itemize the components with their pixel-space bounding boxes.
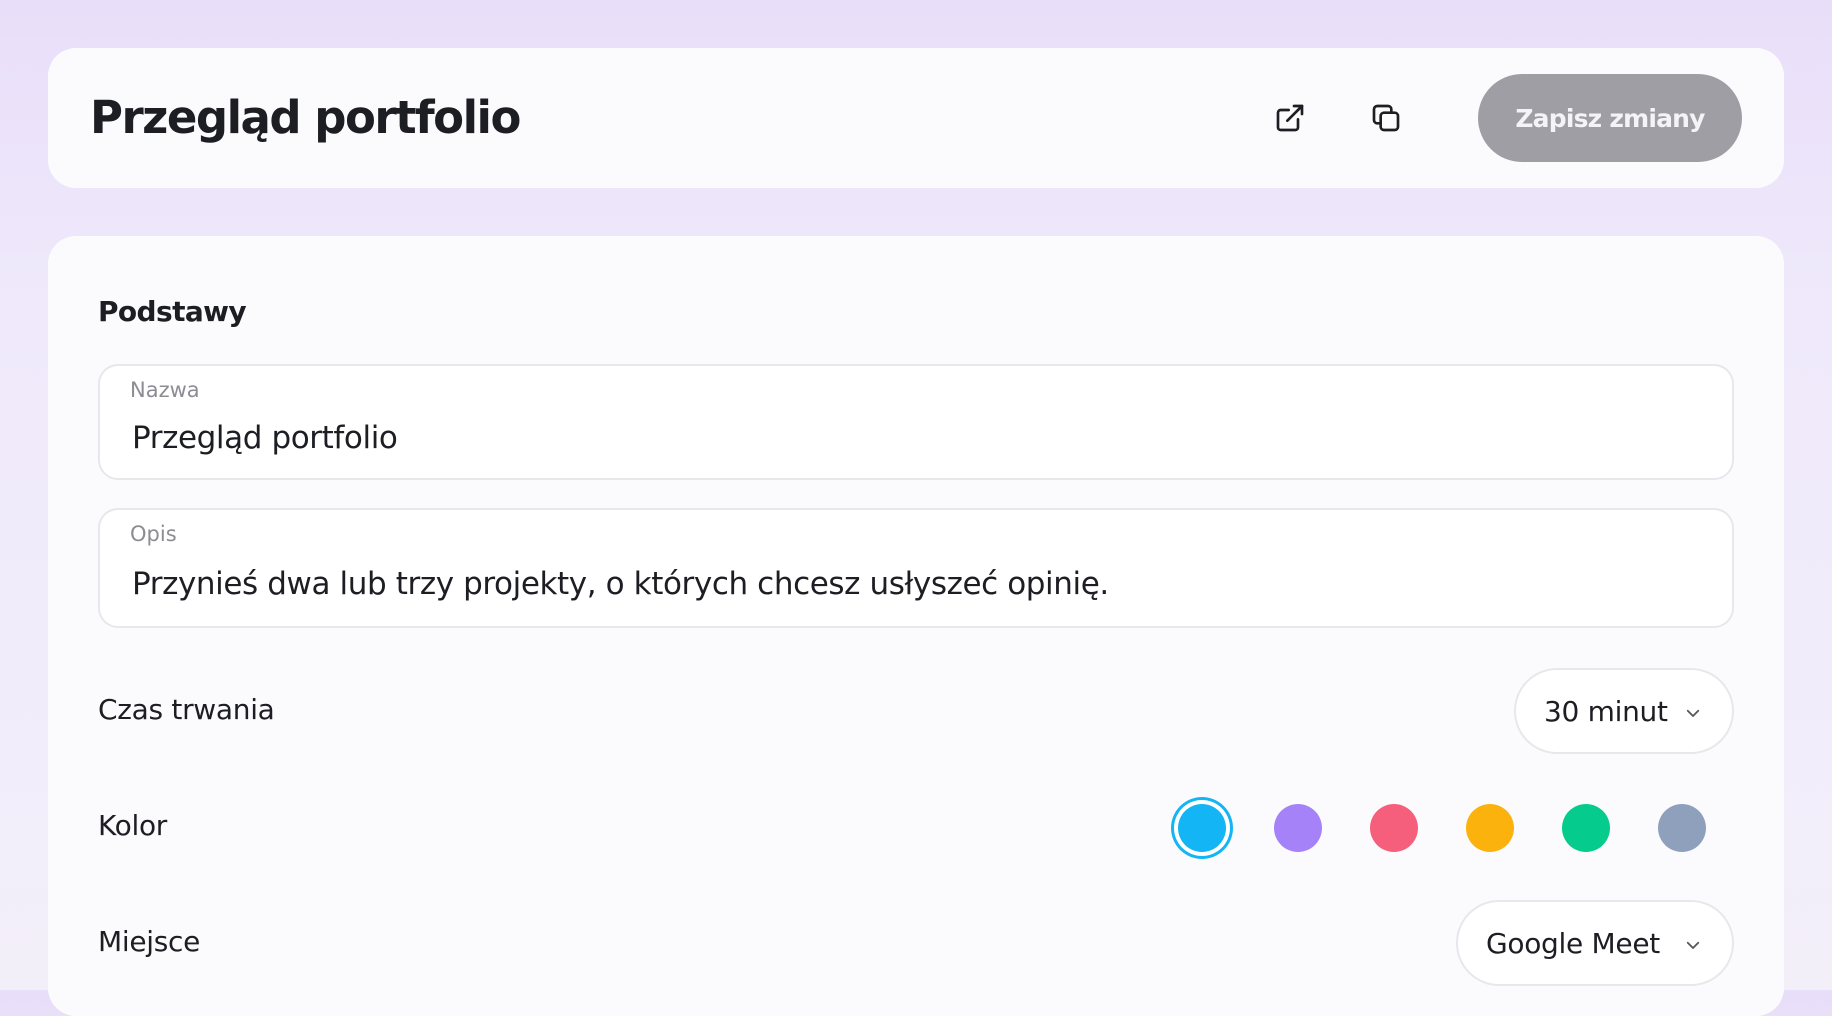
color-swatch[interactable]: [1658, 804, 1706, 852]
basics-card: Podstawy Nazwa Przegląd portfolio Opis P…: [48, 236, 1784, 1016]
header-card: Przegląd portfolio Zapisz zmiany: [48, 48, 1784, 188]
color-label: Kolor: [98, 809, 168, 842]
page-title: Przegląd portfolio: [90, 91, 521, 144]
section-title: Podstawy: [98, 295, 247, 328]
name-field-label: Nazwa: [130, 378, 200, 402]
copy-button[interactable]: [1356, 88, 1416, 148]
description-field[interactable]: Opis Przynieś dwa lub trzy projekty, o k…: [98, 508, 1734, 628]
color-swatch[interactable]: [1562, 804, 1610, 852]
description-field-value[interactable]: Przynieś dwa lub trzy projekty, o któryc…: [132, 564, 1109, 604]
color-swatch[interactable]: [1370, 804, 1418, 852]
open-in-new-tab-button[interactable]: [1260, 88, 1320, 148]
location-label: Miejsce: [98, 925, 201, 958]
color-swatch[interactable]: [1466, 804, 1514, 852]
duration-select[interactable]: 30 minut: [1514, 668, 1734, 754]
location-select-value: Google Meet: [1486, 926, 1660, 960]
external-link-icon: [1274, 102, 1306, 134]
name-field[interactable]: Nazwa Przegląd portfolio: [98, 364, 1734, 480]
location-select[interactable]: Google Meet: [1456, 900, 1734, 986]
save-button[interactable]: Zapisz zmiany: [1478, 74, 1742, 162]
name-field-value[interactable]: Przegląd portfolio: [132, 418, 398, 458]
copy-icon: [1370, 102, 1402, 134]
color-swatch[interactable]: [1178, 804, 1226, 852]
color-swatch[interactable]: [1274, 804, 1322, 852]
chevron-down-icon: [1684, 936, 1702, 958]
chevron-down-icon: [1684, 704, 1702, 726]
duration-select-value: 30 minut: [1544, 694, 1668, 728]
duration-label: Czas trwania: [98, 693, 275, 726]
description-field-label: Opis: [130, 522, 177, 546]
